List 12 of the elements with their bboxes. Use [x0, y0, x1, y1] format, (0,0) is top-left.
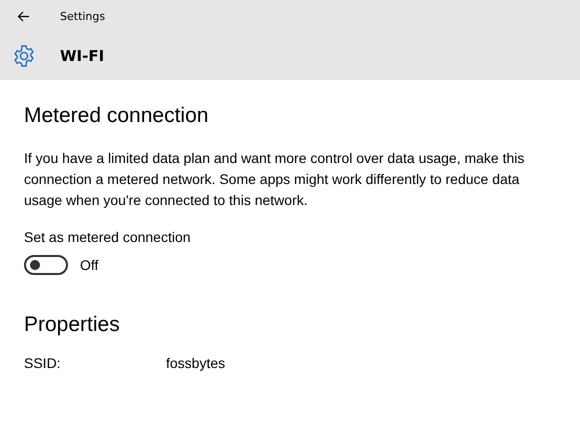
description-text: If you have a limited data plan and want more control over data usage, make this connection a metered network. Some apps might work differently to reduce data usage when you're connected to this network. [24, 149, 526, 210]
property-value: fossbytes [166, 355, 226, 371]
property-label: SSID: [24, 355, 62, 371]
toggle-switch[interactable] [24, 255, 68, 275]
page-title: WI-FI [60, 47, 104, 65]
back-arrow-icon [16, 10, 30, 22]
toggle-state: Off [80, 257, 98, 273]
section-heading: Metered connection [24, 104, 210, 128]
gear-icon [12, 44, 36, 68]
section-heading: Properties [24, 313, 121, 337]
window-title: Settings [60, 10, 106, 22]
toggle-label: Set as metered connection [24, 229, 192, 245]
